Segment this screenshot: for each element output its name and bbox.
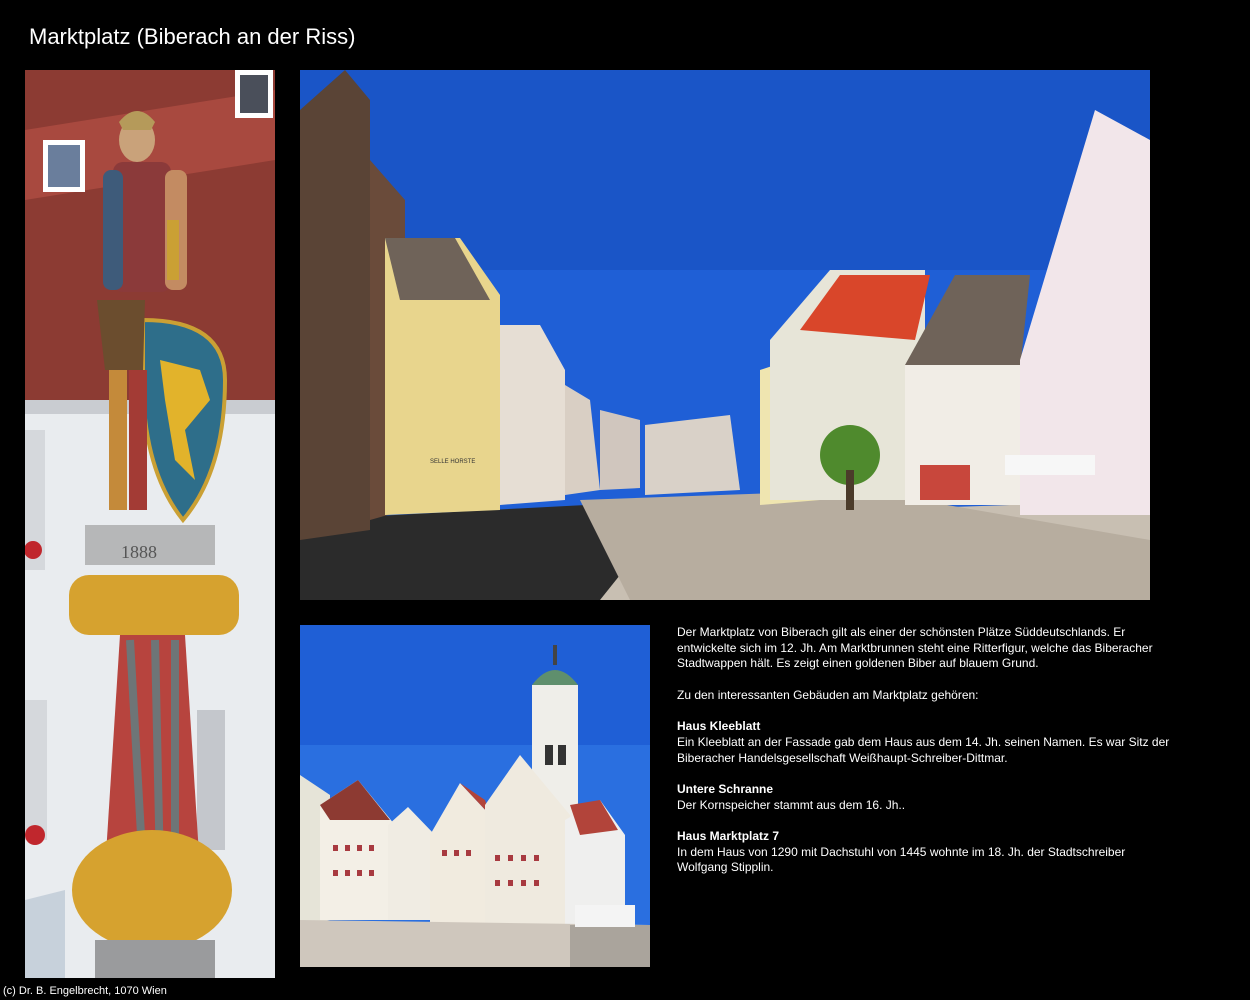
section-haus-marktplatz-7: Haus Marktplatz 7 In dem Haus von 1290 m… (677, 829, 1177, 876)
knight-statue-photo: 1888 (25, 70, 275, 978)
section-text: Ein Kleeblatt an der Fassade gab dem Hau… (677, 734, 1170, 765)
description-panel: Der Marktplatz von Biberach gilt als ein… (677, 625, 1177, 892)
statue-inscription: 1888 (121, 542, 157, 562)
shop-sign: SELLE HORSTE (430, 459, 475, 465)
church-square-photo (300, 625, 650, 967)
section-untere-schranne: Untere Schranne Der Kornspeicher stammt … (677, 782, 1177, 813)
copyright-credit: (c) Dr. B. Engelbrecht, 1070 Wien (3, 985, 167, 997)
section-heading: Untere Schranne (677, 781, 774, 796)
lead-text: Zu den interessanten Gebäuden am Marktpl… (677, 687, 979, 702)
section-heading: Haus Marktplatz 7 (677, 829, 780, 844)
section-text: Der Kornspeicher stammt aus dem 16. Jh.. (677, 797, 906, 812)
intro-text: Der Marktplatz von Biberach gilt als ein… (677, 625, 1153, 671)
section-heading: Haus Kleeblatt (677, 719, 761, 734)
market-square-photo: SELLE HORSTE (300, 70, 1150, 600)
section-haus-kleeblatt: Haus Kleeblatt Ein Kleeblatt an der Fass… (677, 719, 1177, 766)
section-text: In dem Haus von 1290 mit Dachstuhl von 1… (677, 844, 1126, 875)
page-title: Marktplatz (Biberach an der Riss) (29, 24, 356, 49)
